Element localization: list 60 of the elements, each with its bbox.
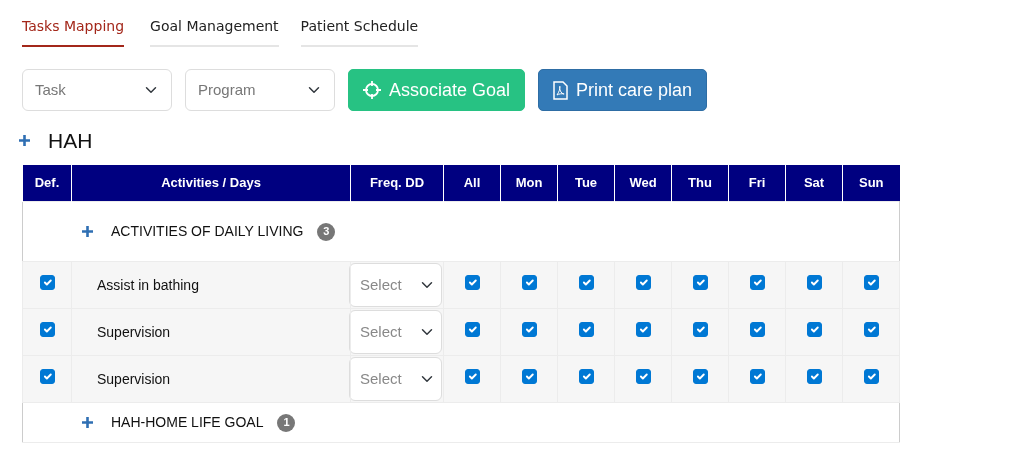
frequency-dropdown[interactable]: Select <box>349 310 442 354</box>
column-header: Thu <box>671 164 729 202</box>
checkbox[interactable] <box>863 274 879 290</box>
column-header: Mon <box>500 164 558 202</box>
section-title: HAH <box>48 128 93 154</box>
checkbox[interactable] <box>749 368 765 384</box>
expand-icon[interactable] <box>82 226 93 237</box>
checkbox[interactable] <box>521 274 537 290</box>
column-header: Freq. DD <box>350 164 444 202</box>
checkbox[interactable] <box>464 321 480 337</box>
checkbox[interactable] <box>39 368 55 384</box>
task-name: Supervision <box>71 355 351 403</box>
checkbox[interactable] <box>521 321 537 337</box>
frequency-dropdown[interactable]: Select <box>349 263 442 307</box>
column-header: Fri <box>728 164 786 202</box>
tab[interactable]: Tasks Mapping <box>22 14 125 47</box>
checkbox[interactable] <box>692 274 708 290</box>
checkbox[interactable] <box>578 321 594 337</box>
checkbox[interactable] <box>578 274 594 290</box>
checkbox[interactable] <box>863 321 879 337</box>
checkbox[interactable] <box>749 274 765 290</box>
column-header: All <box>443 164 501 202</box>
checkbox[interactable] <box>635 274 651 290</box>
dropdown[interactable]: Program <box>185 69 335 111</box>
checkbox[interactable] <box>521 368 537 384</box>
dropdown[interactable]: Task <box>22 69 172 111</box>
group-title: HAH-HOME LIFE GOAL <box>111 413 264 432</box>
group-title: ACTIVITIES OF DAILY LIVING <box>111 222 304 241</box>
checkbox[interactable] <box>39 321 55 337</box>
checkbox[interactable] <box>635 321 651 337</box>
expand-icon[interactable] <box>19 135 30 147</box>
frequency-dropdown[interactable]: Select <box>349 357 442 401</box>
checkbox[interactable] <box>39 274 55 290</box>
crosshair-icon <box>363 81 381 99</box>
task-name: Assist in bathing <box>71 261 351 309</box>
column-header: Tue <box>557 164 615 202</box>
checkbox[interactable] <box>806 321 822 337</box>
expand-icon[interactable] <box>82 417 93 428</box>
pdf-file-icon <box>553 80 569 100</box>
task-name: Supervision <box>71 308 351 356</box>
checkbox[interactable] <box>749 321 765 337</box>
checkbox[interactable] <box>464 274 480 290</box>
column-header: Sat <box>785 164 843 202</box>
count-badge: 1 <box>277 413 296 432</box>
checkbox[interactable] <box>578 368 594 384</box>
checkbox[interactable] <box>806 368 822 384</box>
checkbox[interactable] <box>635 368 651 384</box>
checkbox[interactable] <box>692 321 708 337</box>
print-button[interactable]: Print care plan <box>538 69 708 111</box>
checkbox[interactable] <box>806 274 822 290</box>
checkbox[interactable] <box>692 368 708 384</box>
column-header: Sun <box>842 164 900 202</box>
checkbox[interactable] <box>464 368 480 384</box>
column-header: Def. <box>22 164 72 202</box>
column-header: Wed <box>614 164 672 202</box>
tab[interactable]: Goal Management <box>150 14 279 47</box>
column-header: Activities / Days <box>71 164 351 202</box>
tab[interactable]: Patient Schedule <box>300 14 419 47</box>
count-badge: 3 <box>317 222 336 241</box>
checkbox[interactable] <box>863 368 879 384</box>
